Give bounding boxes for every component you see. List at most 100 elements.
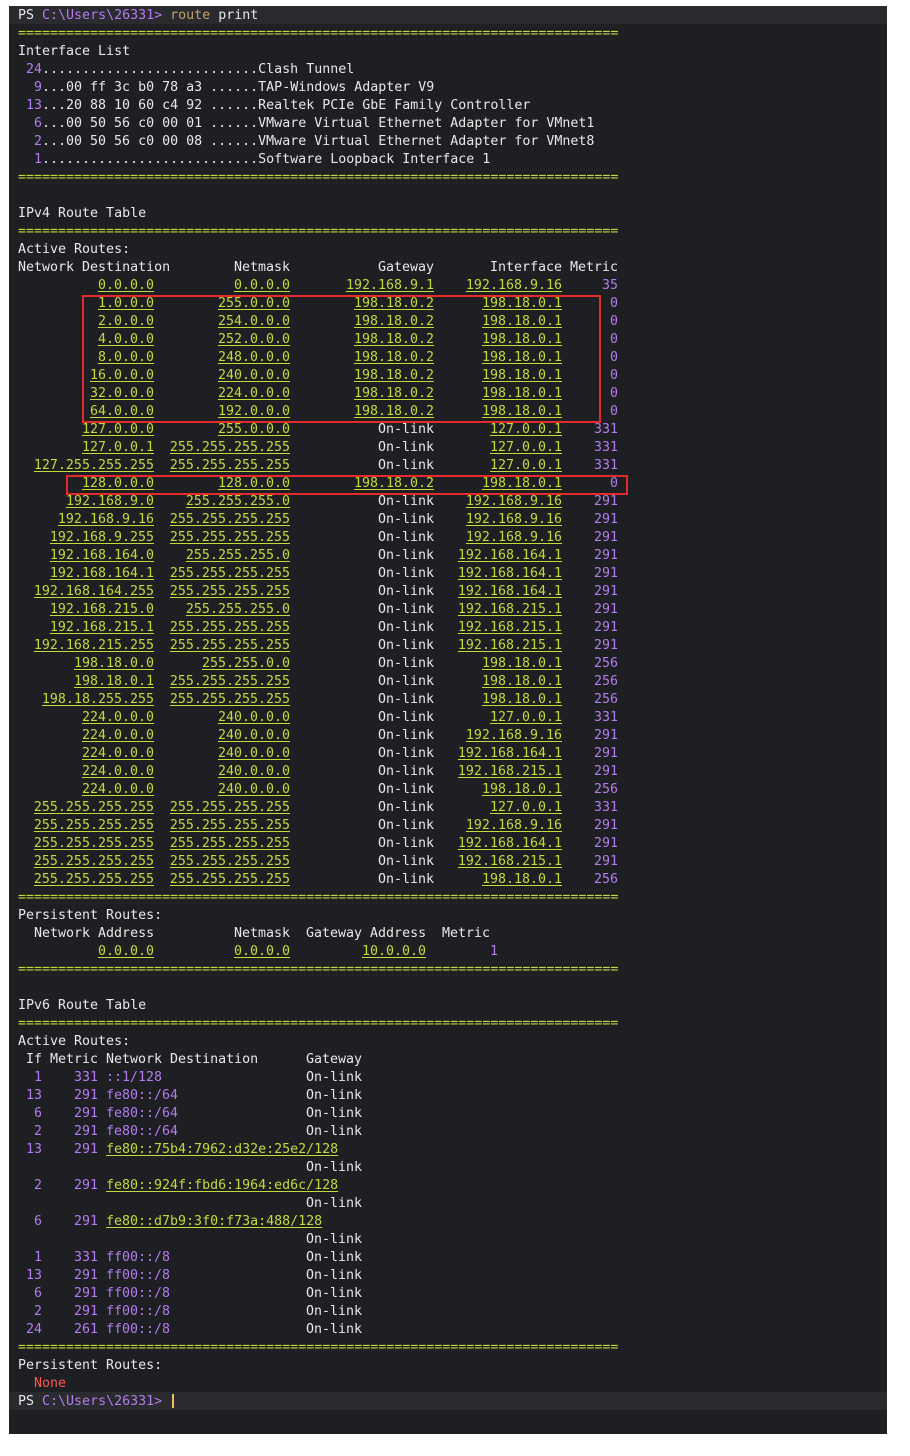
ipv6-persistent-title: Persistent Routes: [18, 1357, 162, 1375]
route-destination: 224.0.0.0 [81, 746, 154, 761]
route-destination: 255.255.255.255 [33, 800, 154, 815]
route-interface: 192.168.9.16 [465, 494, 562, 509]
interface-dots: ...... [210, 116, 259, 131]
route-metric: 291 [593, 746, 618, 761]
route-gateway: 198.18.0.2 [353, 314, 434, 329]
interface-mac: ...00 50 56 c0 00 01 [42, 116, 211, 131]
route-netmask: 255.255.255.255 [169, 566, 290, 581]
ipv6-gateway: On-link [306, 1232, 363, 1247]
interface-dots: ...... [210, 80, 259, 95]
route-metric: 291 [593, 728, 618, 743]
persistent-header-gateway-address: Gateway Address [306, 926, 427, 941]
header-metric: Metric [569, 260, 618, 275]
route-interface: 198.18.0.1 [481, 350, 562, 365]
route-destination: 127.0.0.1 [81, 440, 154, 455]
interface-number: 24 [25, 62, 42, 77]
route-destination: 2.0.0.0 [97, 314, 154, 329]
ipv6-metric: 331 [73, 1070, 98, 1085]
route-netmask: 255.0.0.0 [217, 422, 290, 437]
persistent-network-address: 0.0.0.0 [97, 944, 154, 959]
route-netmask: 255.255.255.255 [169, 440, 290, 455]
route-interface: 198.18.0.1 [481, 314, 562, 329]
route-netmask: 255.255.255.0 [185, 494, 290, 509]
route-metric: 291 [593, 602, 618, 617]
route-destination: 1.0.0.0 [97, 296, 154, 311]
ipv6-persistent-none: None [18, 1375, 66, 1393]
route-destination: 64.0.0.0 [89, 404, 154, 419]
route-netmask: 240.0.0.0 [217, 764, 290, 779]
persistent-header-netmask: Netmask [233, 926, 290, 941]
persistent-header-metric: Metric [442, 926, 491, 941]
ipv6-if: 13 [25, 1268, 42, 1283]
route-metric: 331 [593, 422, 618, 437]
route-destination: 192.168.9.255 [49, 530, 154, 545]
route-gateway: 198.18.0.2 [353, 332, 434, 347]
route-destination: 192.168.215.0 [49, 602, 154, 617]
separator-line: ========================================… [18, 169, 618, 187]
ipv6-gateway: On-link [306, 1196, 363, 1211]
prompt-ps: PS [18, 8, 35, 23]
route-metric: 0 [609, 386, 618, 401]
route-gateway: On-link [377, 440, 434, 455]
ipv6-gateway: On-link [306, 1106, 363, 1121]
route-metric: 0 [609, 476, 618, 491]
route-destination: 192.168.9.16 [57, 512, 154, 527]
route-netmask: 224.0.0.0 [217, 386, 290, 401]
header-netmask: Netmask [233, 260, 290, 275]
route-netmask: 240.0.0.0 [217, 728, 290, 743]
route-interface: 192.168.215.1 [457, 854, 562, 869]
ipv4-title: IPv4 Route Table [18, 205, 146, 223]
interface-name: Software Loopback Interface 1 [258, 152, 491, 167]
route-netmask: 255.255.255.255 [169, 872, 290, 887]
route-destination: 127.0.0.0 [81, 422, 154, 437]
separator: ========================================… [18, 1016, 619, 1031]
header-gateway: Gateway [377, 260, 434, 275]
route-gateway: On-link [377, 764, 434, 779]
interface-dots: ........................... [42, 62, 259, 77]
text-cursor[interactable] [172, 1394, 175, 1408]
route-metric: 0 [609, 332, 618, 347]
route-destination: 192.168.215.1 [49, 620, 154, 635]
route-netmask: 255.255.255.0 [185, 602, 290, 617]
interface-name: VMware Virtual Ethernet Adapter for VMne… [258, 116, 595, 131]
ipv6-gateway: On-link [306, 1304, 363, 1319]
route-netmask: 192.0.0.0 [217, 404, 290, 419]
route-interface: 198.18.0.1 [481, 296, 562, 311]
prompt-ps: PS [18, 1394, 35, 1409]
route-gateway: On-link [377, 512, 434, 527]
route-netmask: 255.255.255.255 [169, 836, 290, 851]
interface-dots: ...... [210, 134, 259, 149]
route-interface: 192.168.9.16 [465, 530, 562, 545]
route-gateway: On-link [377, 818, 434, 833]
separator-line: ========================================… [18, 889, 618, 907]
route-metric: 291 [593, 548, 618, 563]
route-interface: 192.168.215.1 [457, 602, 562, 617]
route-destination: 32.0.0.0 [89, 386, 154, 401]
ipv6-header-network-destination: Network Destination [106, 1052, 259, 1067]
ipv6-header-gateway: Gateway [306, 1052, 363, 1067]
interface-list-title: Interface List [18, 44, 131, 59]
route-netmask: 255.255.255.255 [169, 854, 290, 869]
ipv6-metric: 291 [73, 1142, 98, 1157]
ipv6-if: 2 [33, 1304, 42, 1319]
interface-mac: ...00 50 56 c0 00 08 [42, 134, 211, 149]
route-gateway: On-link [377, 548, 434, 563]
route-interface: 127.0.0.1 [489, 800, 562, 815]
route-destination: 255.255.255.255 [33, 854, 154, 869]
route-metric: 256 [593, 656, 618, 671]
route-gateway: On-link [377, 494, 434, 509]
route-destination: 198.18.0.1 [73, 674, 154, 689]
route-metric: 291 [593, 512, 618, 527]
route-metric: 256 [593, 782, 618, 797]
route-gateway: On-link [377, 656, 434, 671]
terminal-window[interactable]: PS C:\Users\26331> route print ==========… [9, 6, 887, 1434]
separator: ========================================… [18, 224, 619, 239]
command-arg: print [218, 8, 259, 23]
route-gateway: On-link [377, 854, 434, 869]
route-interface: 198.18.0.1 [481, 782, 562, 797]
final-prompt-line[interactable]: PS C:\Users\26331> [18, 1393, 175, 1411]
route-interface: 192.168.215.1 [457, 620, 562, 635]
prompt-line: PS C:\Users\26331> route print [18, 7, 258, 25]
ipv6-metric: 291 [73, 1268, 98, 1283]
route-metric: 331 [593, 440, 618, 455]
